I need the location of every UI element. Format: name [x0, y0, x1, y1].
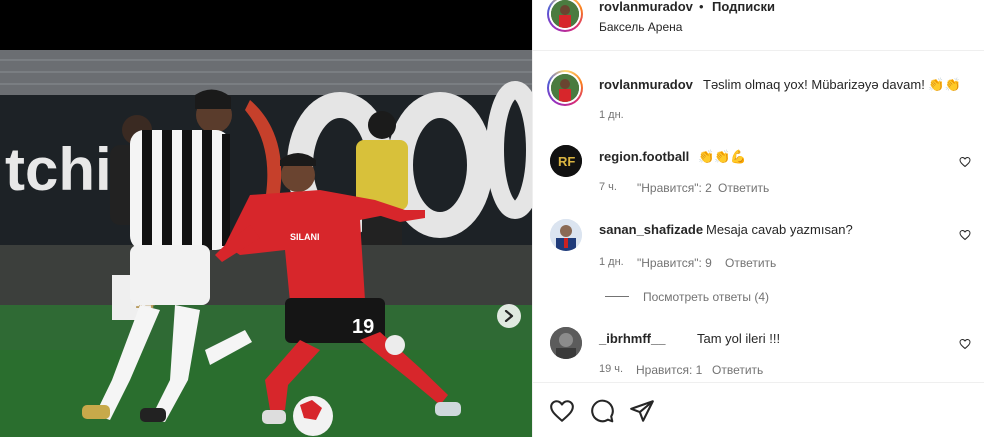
comment-icon[interactable]: [589, 398, 615, 424]
comment-username[interactable]: sanan_shafizade: [599, 222, 703, 237]
comment-username[interactable]: region.football: [599, 149, 689, 164]
replies-line: [605, 296, 629, 297]
view-replies-button[interactable]: Посмотреть ответы (4): [643, 290, 769, 304]
comment-avatar[interactable]: [550, 219, 582, 251]
comment-reply-button[interactable]: Ответить: [718, 181, 769, 195]
actions-divider: [533, 382, 984, 383]
comment-username[interactable]: _ibrhmff__: [599, 331, 665, 346]
heart-icon[interactable]: [959, 155, 971, 168]
post-photo[interactable]: tchi 14: [0, 50, 532, 437]
comment-text: Mesaja cavab yazmısan?: [706, 222, 853, 237]
svg-text:RF: RF: [558, 154, 575, 169]
comment-time[interactable]: 1 дн.: [599, 256, 624, 268]
post-side-panel: rovlanmuradov • Подписки Баксель Арена r…: [532, 0, 984, 437]
svg-text:19: 19: [352, 316, 374, 338]
caption-username[interactable]: rovlanmuradov: [599, 77, 693, 92]
svg-text:SILANI: SILANI: [290, 232, 320, 242]
comment-avatar[interactable]: RF: [550, 145, 582, 177]
heart-icon[interactable]: [959, 337, 971, 350]
next-photo-button[interactable]: [497, 304, 521, 328]
comment-likes[interactable]: Нравится: 1: [636, 363, 702, 377]
comment-likes[interactable]: "Нравится": 2: [637, 181, 712, 195]
header-separator: •: [699, 0, 704, 14]
next-arrow-icon: [504, 310, 514, 322]
comment-text: 👏👏💪: [698, 149, 747, 164]
heart-icon[interactable]: [549, 398, 575, 424]
comment-reply-button[interactable]: Ответить: [712, 363, 763, 377]
photo-top-bar: [0, 0, 532, 50]
caption-text: Təslim olmaq yox! Mübarizəyə davam! 👏👏: [703, 77, 961, 92]
comment-reply-button[interactable]: Ответить: [725, 256, 776, 270]
comment-text: Tam yol ileri !!!: [697, 331, 781, 346]
post-location[interactable]: Баксель Арена: [599, 20, 682, 34]
caption-avatar[interactable]: [547, 70, 583, 106]
author-avatar[interactable]: [547, 0, 583, 32]
post-header: rovlanmuradov • Подписки Баксель Арена: [533, 0, 984, 51]
svg-text:tchi: tchi: [5, 136, 112, 203]
comment-time[interactable]: 7 ч.: [599, 181, 617, 193]
comment-avatar[interactable]: [550, 327, 582, 359]
author-username[interactable]: rovlanmuradov: [599, 0, 693, 14]
caption-time[interactable]: 1 дн.: [599, 109, 624, 121]
share-icon[interactable]: [629, 398, 655, 424]
follow-status-button[interactable]: Подписки: [712, 0, 775, 14]
comment-time[interactable]: 19 ч.: [599, 363, 623, 375]
comment-likes[interactable]: "Нравится": 9: [637, 256, 712, 270]
heart-icon[interactable]: [959, 228, 971, 241]
football-scene: tchi 14: [0, 50, 532, 437]
